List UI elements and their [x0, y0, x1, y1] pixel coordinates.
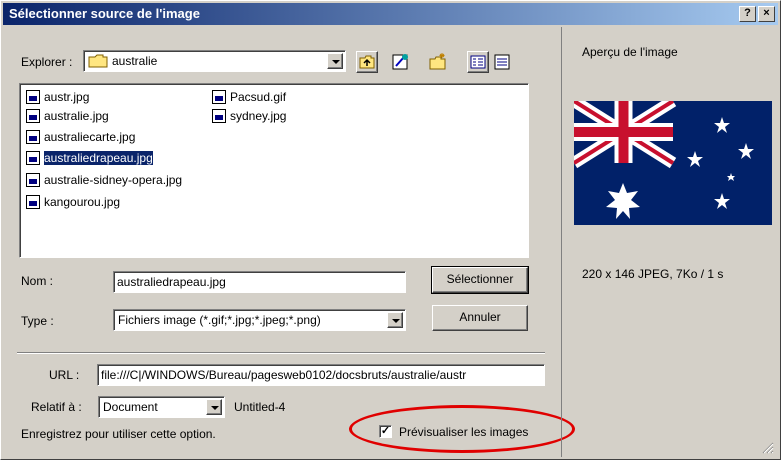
explorer-folder-combo[interactable]: australie	[83, 50, 346, 72]
preview-title: Aperçu de l'image	[582, 45, 678, 59]
file-item[interactable]: Pacsud.gif	[212, 89, 286, 106]
image-file-icon	[26, 195, 40, 209]
image-file-icon	[212, 109, 226, 123]
image-file-icon	[26, 130, 40, 144]
url-label: URL :	[49, 368, 80, 382]
select-button[interactable]: Sélectionner	[431, 266, 529, 294]
image-file-icon	[212, 90, 226, 104]
preview-info: 220 x 146 JPEG, 7Ko / 1 s	[582, 267, 724, 281]
help-button[interactable]: ?	[739, 6, 756, 22]
image-file-icon	[26, 151, 40, 165]
preview-image-flag	[570, 95, 772, 225]
explorer-label: Explorer :	[21, 55, 73, 69]
up-folder-icon[interactable]	[356, 51, 378, 73]
highlight-ellipse	[349, 405, 575, 453]
dialog-window: Sélectionner source de l'image ? × Explo…	[0, 0, 781, 460]
resize-grip-icon[interactable]	[762, 442, 774, 454]
separator	[17, 352, 545, 354]
details-view-icon[interactable]	[491, 51, 513, 73]
nom-label: Nom :	[21, 274, 54, 288]
document-name: Untitled-4	[234, 400, 286, 414]
image-file-icon	[26, 173, 40, 187]
new-folder-icon[interactable]	[427, 51, 449, 73]
explorer-dropdown-arrow[interactable]	[327, 53, 343, 69]
relatif-combo[interactable]: Document	[98, 396, 225, 418]
site-root-icon[interactable]	[390, 51, 412, 73]
explorer-folder-name: australie	[112, 54, 158, 68]
type-label: Type :	[21, 314, 54, 328]
file-item[interactable]: australie-sidney-opera.jpg	[26, 172, 182, 189]
image-file-icon	[26, 109, 40, 123]
relatif-dropdown-arrow[interactable]	[206, 399, 222, 415]
save-hint: Enregistrez pour utiliser cette option.	[21, 427, 216, 441]
image-file-icon	[26, 90, 40, 104]
file-item[interactable]: sydney.jpg	[212, 108, 286, 125]
url-input[interactable]: file:///C|/WINDOWS/Bureau/pagesweb0102/d…	[97, 364, 545, 386]
file-item[interactable]: kangourou.jpg	[26, 194, 120, 211]
file-item[interactable]: austr.jpg	[26, 89, 89, 106]
file-item[interactable]: australie.jpg	[26, 108, 109, 125]
close-button[interactable]: ×	[758, 6, 775, 22]
file-item-selected[interactable]: australiedrapeau.jpg	[26, 150, 154, 167]
file-type-dropdown-arrow[interactable]	[387, 312, 403, 328]
relatif-label: Relatif à :	[31, 400, 82, 414]
list-view-icon[interactable]	[467, 51, 489, 73]
title-bar[interactable]: Sélectionner source de l'image ? ×	[3, 3, 778, 25]
cancel-button[interactable]: Annuler	[432, 305, 528, 331]
file-item[interactable]: australiecarte.jpg	[26, 129, 135, 146]
file-list[interactable]: austr.jpg australie.jpg australiecarte.j…	[19, 83, 529, 258]
dialog-title: Sélectionner source de l'image	[9, 6, 200, 21]
file-type-combo[interactable]: Fichiers image (*.gif;*.jpg;*.jpeg;*.png…	[113, 309, 406, 331]
preview-panel: Aperçu de l'image 220 x 146 JPEG, 7Ko / …	[561, 27, 777, 457]
folder-icon	[88, 54, 108, 68]
filename-input[interactable]: australiedrapeau.jpg	[113, 271, 406, 293]
